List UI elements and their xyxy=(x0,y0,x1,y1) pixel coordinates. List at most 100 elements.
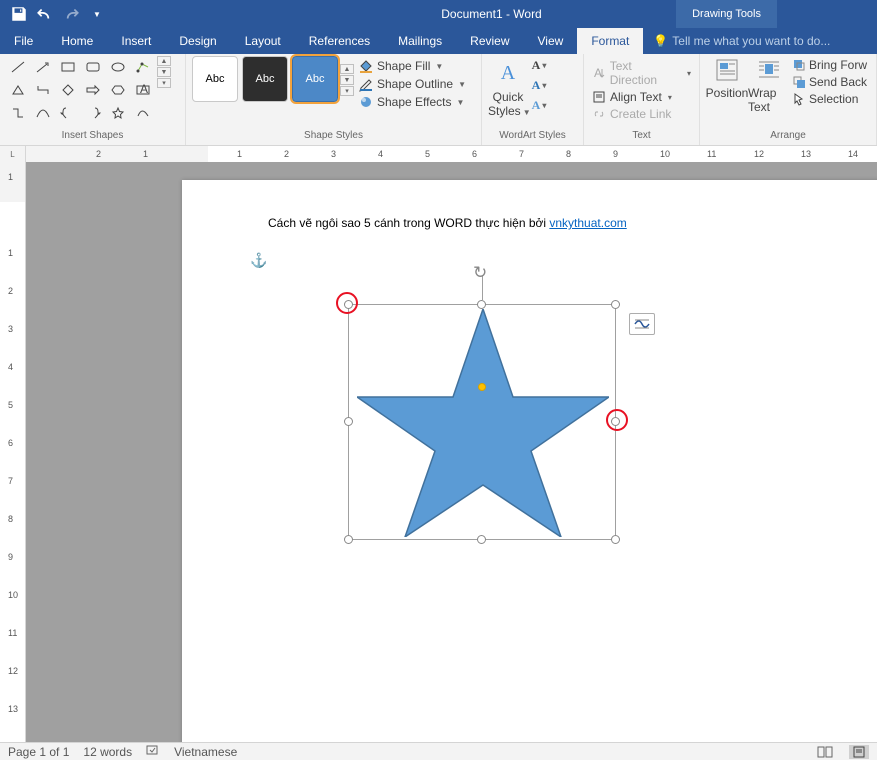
shape-arrow-right-icon[interactable] xyxy=(81,79,105,101)
shape-outline-button[interactable]: Shape Outline▼ xyxy=(358,76,466,92)
wordart-preview-icon[interactable]: A xyxy=(491,56,525,90)
save-icon[interactable] xyxy=(10,5,28,23)
resize-handle-bc[interactable] xyxy=(477,535,486,544)
shape-line-icon[interactable] xyxy=(6,56,30,78)
shape-diamond-icon[interactable] xyxy=(56,79,80,101)
style-swatch-outline[interactable]: Abc xyxy=(192,56,238,102)
svg-text:A: A xyxy=(594,66,602,80)
style-gallery-scroll[interactable]: ▲ ▼ ▾ xyxy=(340,64,354,96)
paint-bucket-icon xyxy=(358,58,374,74)
shape-roundrect-icon[interactable] xyxy=(81,56,105,78)
shape-editpoints-icon[interactable] xyxy=(131,56,155,78)
text-effects-icon[interactable]: A▾ xyxy=(530,96,548,114)
style-swatch-blue-selected[interactable]: Abc xyxy=(292,56,338,102)
redo-icon[interactable] xyxy=(62,5,80,23)
group-arrange: Position Wrap Text Bring Forw Send Back … xyxy=(700,54,877,145)
proofing-icon[interactable] xyxy=(146,744,160,759)
tab-file[interactable]: File xyxy=(0,28,47,54)
shape-fill-button[interactable]: Shape Fill▼ xyxy=(358,58,466,74)
shape-rect-icon[interactable] xyxy=(56,56,80,78)
group-insert-shapes: A ▲ ▼ ▾ Insert Shapes xyxy=(0,54,186,145)
tab-review[interactable]: Review xyxy=(456,28,523,54)
shape-elbow-icon[interactable] xyxy=(6,102,30,124)
word-count[interactable]: 12 words xyxy=(83,745,132,759)
tab-layout[interactable]: Layout xyxy=(231,28,295,54)
horizontal-ruler[interactable]: L 211234567891011121314 xyxy=(0,146,877,162)
hyperlink-vnkythuat[interactable]: vnkythuat.com xyxy=(549,216,626,230)
tab-format[interactable]: Format xyxy=(577,28,643,54)
gallery-up-icon[interactable]: ▲ xyxy=(157,56,171,66)
vertical-ruler[interactable]: 112345678910111213 xyxy=(0,162,26,742)
gallery-down-icon[interactable]: ▼ xyxy=(157,67,171,77)
tab-references[interactable]: References xyxy=(295,28,384,54)
tab-view[interactable]: View xyxy=(524,28,578,54)
paragraph[interactable]: Cách vẽ ngôi sao 5 cánh trong WORD thực … xyxy=(268,215,627,232)
gallery-up-icon[interactable]: ▲ xyxy=(340,64,354,74)
resize-handle-br[interactable] xyxy=(611,535,620,544)
rotation-handle-icon[interactable]: ↻ xyxy=(473,263,487,283)
send-back-label: Send Back xyxy=(809,75,867,89)
star-shape[interactable] xyxy=(357,309,609,537)
tab-mailings[interactable]: Mailings xyxy=(384,28,456,54)
shape-effects-button[interactable]: Shape Effects▼ xyxy=(358,94,466,110)
print-layout-icon[interactable] xyxy=(849,745,869,759)
shape-arrow-icon[interactable] xyxy=(31,56,55,78)
shape-style-gallery[interactable]: Abc Abc Abc xyxy=(192,56,338,102)
align-text-button[interactable]: Align Text▾ xyxy=(592,90,691,104)
shape-freeform-icon[interactable] xyxy=(131,102,155,124)
shapes-gallery-scroll[interactable]: ▲ ▼ ▾ xyxy=(157,56,171,88)
group-shape-styles: Abc Abc Abc ▲ ▼ ▾ Shape Fill▼ Shape Outl… xyxy=(186,54,482,145)
gallery-down-icon[interactable]: ▼ xyxy=(340,75,354,85)
gallery-more-icon[interactable]: ▾ xyxy=(340,86,354,96)
qat-customize-icon[interactable]: ▼ xyxy=(88,5,106,23)
shape-textbox-icon[interactable]: A xyxy=(131,79,155,101)
document-scroll[interactable]: Cách vẽ ngôi sao 5 cánh trong WORD thực … xyxy=(26,162,877,742)
layout-options-button[interactable] xyxy=(629,313,655,335)
language-indicator[interactable]: Vietnamese xyxy=(174,745,237,759)
resize-handle-bl[interactable] xyxy=(344,535,353,544)
group-label-wordart: WordArt Styles xyxy=(488,129,577,145)
shape-oval-icon[interactable] xyxy=(106,56,130,78)
anchor-icon[interactable]: ⚓ xyxy=(250,252,267,269)
text-direction-button[interactable]: A Text Direction▾ xyxy=(592,59,691,87)
shape-hexagon-icon[interactable] xyxy=(106,79,130,101)
shape-connector-icon[interactable] xyxy=(31,79,55,101)
shapes-gallery[interactable]: A xyxy=(6,56,155,124)
gallery-more-icon[interactable]: ▾ xyxy=(157,78,171,88)
bring-forward-button[interactable]: Bring Forw xyxy=(792,58,867,72)
shape-star-small-icon[interactable] xyxy=(106,102,130,124)
group-label-text: Text xyxy=(590,129,693,145)
resize-handle-lc[interactable] xyxy=(344,417,353,426)
style-swatch-dark[interactable]: Abc xyxy=(242,56,288,102)
shape-brace-right-icon[interactable] xyxy=(81,102,105,124)
page[interactable]: Cách vẽ ngôi sao 5 cánh trong WORD thực … xyxy=(182,180,877,742)
shape-brace-icon[interactable] xyxy=(56,102,80,124)
page-indicator[interactable]: Page 1 of 1 xyxy=(8,745,69,759)
selection-pane-button[interactable]: Selection xyxy=(792,92,867,106)
shape-selection-box[interactable]: ↻ xyxy=(348,304,616,540)
resize-handle-tc[interactable] xyxy=(477,300,486,309)
layout-options-icon xyxy=(633,317,651,331)
quick-styles-button[interactable]: Quick Styles▼ xyxy=(488,90,528,118)
adjust-handle[interactable] xyxy=(478,383,486,391)
tell-me-search[interactable]: 💡 Tell me what you want to do... xyxy=(643,34,830,48)
resize-handle-tr[interactable] xyxy=(611,300,620,309)
wrap-text-button[interactable]: Wrap Text xyxy=(748,56,790,114)
create-link-button[interactable]: Create Link xyxy=(592,107,691,121)
tab-insert[interactable]: Insert xyxy=(107,28,165,54)
text-fill-icon[interactable]: A▾ xyxy=(530,56,548,74)
selection-pane-icon xyxy=(792,92,806,106)
group-text: A Text Direction▾ Align Text▾ Create Lin… xyxy=(584,54,700,145)
text-outline-icon[interactable]: A▾ xyxy=(530,76,548,94)
send-backward-button[interactable]: Send Back xyxy=(792,75,867,89)
tab-design[interactable]: Design xyxy=(165,28,230,54)
ribbon: A ▲ ▼ ▾ Insert Shapes Abc Abc Abc xyxy=(0,54,877,146)
shape-curve-icon[interactable] xyxy=(31,102,55,124)
tab-home[interactable]: Home xyxy=(47,28,107,54)
read-mode-icon[interactable] xyxy=(815,745,835,759)
undo-icon[interactable] xyxy=(36,5,54,23)
position-button[interactable]: Position xyxy=(706,56,748,100)
shape-triangle-icon[interactable] xyxy=(6,79,30,101)
group-wordart-styles: A Quick Styles▼ A▾ A▾ A▾ WordArt Styles xyxy=(482,54,584,145)
position-icon xyxy=(713,56,741,84)
